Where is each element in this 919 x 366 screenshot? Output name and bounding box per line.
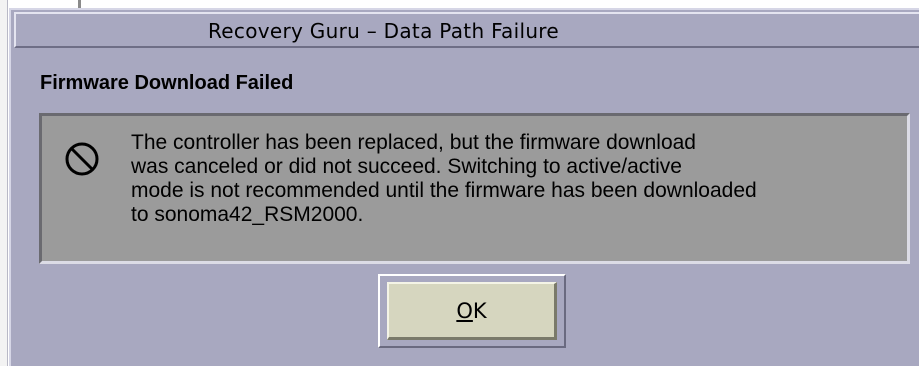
ok-button-label: OK (456, 299, 486, 323)
background-window-mark (78, 0, 81, 8)
no-entry-icon (65, 142, 99, 176)
error-message: The controller has been replaced, but th… (131, 131, 757, 226)
ok-label-rest: K (472, 298, 487, 323)
error-heading: Firmware Download Failed (40, 72, 294, 94)
ok-button[interactable]: OK (387, 282, 557, 340)
ok-mnemonic: O (456, 298, 473, 323)
screen: Recovery Guru – Data Path Failure Firmwa… (0, 0, 919, 366)
background-window-edge (0, 0, 8, 366)
dialog-title: Recovery Guru – Data Path Failure (208, 19, 559, 43)
